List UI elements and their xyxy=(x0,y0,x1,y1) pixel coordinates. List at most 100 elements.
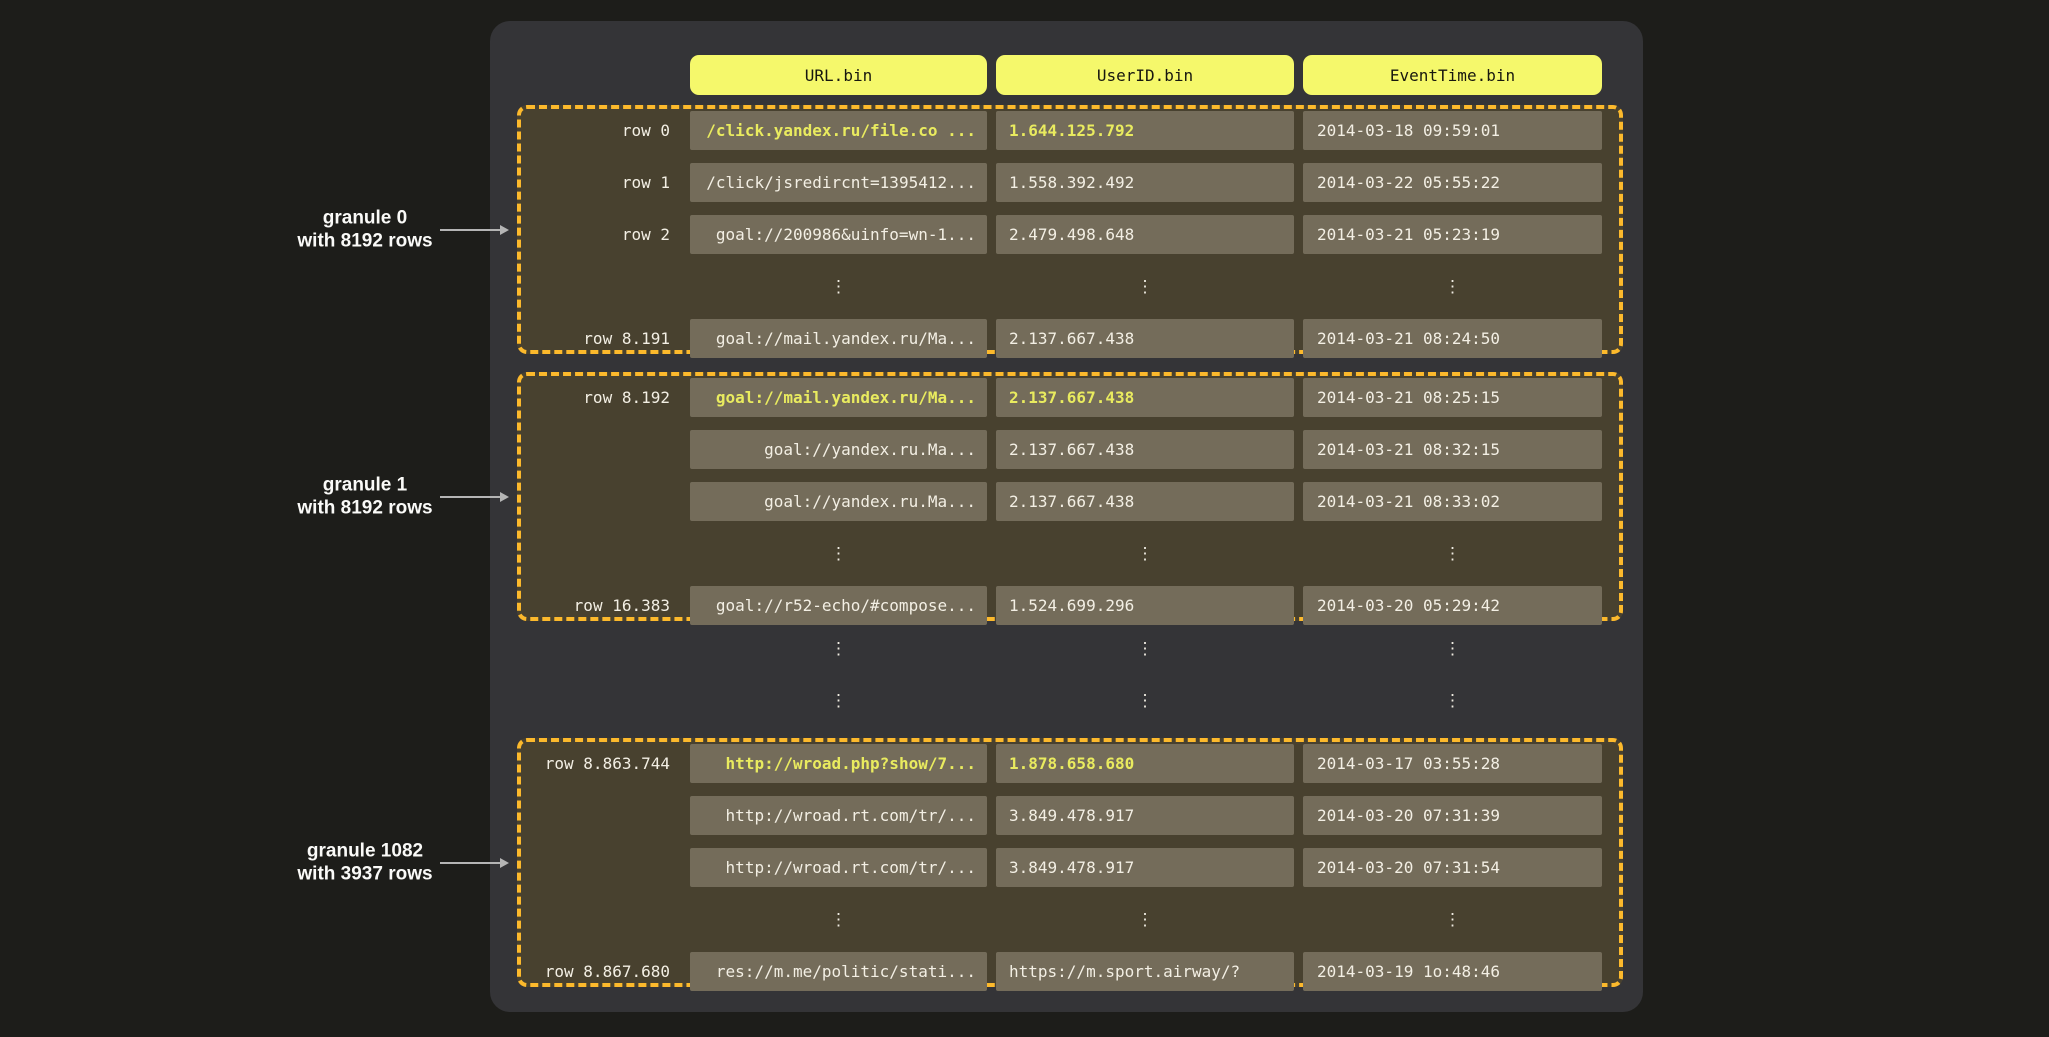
table-row: row 8.863.744 http://wroad.php?show/7...1… xyxy=(521,744,1619,783)
userid-cell: 3.849.478.917 xyxy=(996,848,1294,887)
granule-box-2: row 8.863.744 http://wroad.php?show/7...1… xyxy=(517,738,1623,987)
storage-panel: URL.binUserID.binEventTime.bin row 0/clic… xyxy=(490,21,1643,1012)
table-row: row 8.192 goal://mail.yandex.ru/Ma...2.13… xyxy=(521,378,1619,417)
eventtime-cell: 2014-03-21 05:23:19 xyxy=(1303,215,1602,254)
url-cell: /click/jsredircnt=1395412... xyxy=(690,163,987,202)
userid-cell: 1.558.392.492 xyxy=(996,163,1294,202)
vertical-ellipsis: ⋮ xyxy=(690,267,987,306)
url-cell: goal://mail.yandex.ru/Ma... xyxy=(690,378,987,417)
table-row: row 2 goal://200986&uinfo=wn-1...2.479.49… xyxy=(521,215,1619,254)
vertical-ellipsis: ⋮ xyxy=(996,629,1294,668)
granule-box-1: row 8.192goal://mail.yandex.ru/Ma...2.13… xyxy=(517,372,1623,621)
row-label: row 8.867.680 xyxy=(521,952,670,991)
vertical-ellipsis: ⋮ xyxy=(690,900,987,939)
row-label: row 8.863.744 xyxy=(521,744,670,783)
ellipsis-row: ⋮⋮⋮ xyxy=(521,681,1619,720)
vertical-ellipsis: ⋮ xyxy=(1303,534,1602,573)
userid-cell: 2.137.667.438 xyxy=(996,319,1294,358)
granule-label-line1: granule 0 xyxy=(255,206,475,230)
table-row: row 1/click/jsredircnt=1395412...1.558.3… xyxy=(521,163,1619,202)
eventtime-cell: 2014-03-21 08:32:15 xyxy=(1303,430,1602,469)
row-label: row 2 xyxy=(521,215,670,254)
url-cell: http://wroad.rt.com/tr/... xyxy=(690,848,987,887)
table-row: http://wroad.rt.com/tr/...3.849.478.9172… xyxy=(521,796,1619,835)
eventtime-cell: 2014-03-18 09:59:01 xyxy=(1303,111,1602,150)
ellipsis-row: ⋮⋮⋮ xyxy=(521,267,1619,306)
url-cell: goal://yandex.ru.Ma... xyxy=(690,430,987,469)
row-label: row 8.192 xyxy=(521,378,670,417)
granule-arrow-line xyxy=(440,229,502,231)
ellipsis-row: ⋮⋮⋮ xyxy=(521,900,1619,939)
table-row: row 8.867.680 res://m.me/politic/stati...… xyxy=(521,952,1619,991)
granule-arrow-line xyxy=(440,862,502,864)
userid-cell: 2.479.498.648 xyxy=(996,215,1294,254)
table-row: row 16.383 goal://r52-echo/#compose...1.5… xyxy=(521,586,1619,625)
granule-arrow-head xyxy=(500,858,509,868)
userid-cell: 3.849.478.917 xyxy=(996,796,1294,835)
granule-arrow-head xyxy=(500,225,509,235)
eventtime-cell: 2014-03-22 05:55:22 xyxy=(1303,163,1602,202)
userid-cell: 1.878.658.680 xyxy=(996,744,1294,783)
userid-cell: 1.524.699.296 xyxy=(996,586,1294,625)
vertical-ellipsis: ⋮ xyxy=(996,681,1294,720)
vertical-ellipsis: ⋮ xyxy=(996,900,1294,939)
granule-label-line2: with 8192 rows xyxy=(255,230,475,254)
url-cell: goal://mail.yandex.ru/Ma... xyxy=(690,319,987,358)
vertical-ellipsis: ⋮ xyxy=(1303,267,1602,306)
column-header-url: URL.bin xyxy=(690,55,987,95)
granule-arrow-head xyxy=(500,492,509,502)
eventtime-cell: 2014-03-21 08:24:50 xyxy=(1303,319,1602,358)
granule-label-line1: granule 1082 xyxy=(255,839,475,863)
ellipsis-row: ⋮⋮⋮ xyxy=(521,629,1619,668)
eventtime-cell: 2014-03-19 1o:48:46 xyxy=(1303,952,1602,991)
row-label: row 1 xyxy=(521,163,670,202)
eventtime-cell: 2014-03-20 07:31:39 xyxy=(1303,796,1602,835)
vertical-ellipsis: ⋮ xyxy=(690,681,987,720)
row-label xyxy=(521,482,670,521)
table-row: goal://yandex.ru.Ma...2.137.667.4382014-… xyxy=(521,430,1619,469)
userid-cell: 1.644.125.792 xyxy=(996,111,1294,150)
vertical-ellipsis: ⋮ xyxy=(996,534,1294,573)
row-label: row 16.383 xyxy=(521,586,670,625)
between-granules-ellipsis: ⋮⋮⋮⋮⋮⋮ xyxy=(521,629,1619,733)
url-cell: http://wroad.rt.com/tr/... xyxy=(690,796,987,835)
eventtime-cell: 2014-03-21 08:33:02 xyxy=(1303,482,1602,521)
vertical-ellipsis: ⋮ xyxy=(690,534,987,573)
ellipsis-row: ⋮⋮⋮ xyxy=(521,534,1619,573)
eventtime-cell: 2014-03-20 07:31:54 xyxy=(1303,848,1602,887)
table-row: row 0/click.yandex.ru/file.co ...1.644.1… xyxy=(521,111,1619,150)
column-header-etime: EventTime.bin xyxy=(1303,55,1602,95)
eventtime-cell: 2014-03-17 03:55:28 xyxy=(1303,744,1602,783)
granule-box-0: row 0/click.yandex.ru/file.co ...1.644.1… xyxy=(517,105,1623,354)
row-label: row 0 xyxy=(521,111,670,150)
row-label xyxy=(521,796,670,835)
row-label xyxy=(521,848,670,887)
vertical-ellipsis: ⋮ xyxy=(1303,629,1602,668)
eventtime-cell: 2014-03-21 08:25:15 xyxy=(1303,378,1602,417)
vertical-ellipsis: ⋮ xyxy=(690,629,987,668)
vertical-ellipsis: ⋮ xyxy=(996,267,1294,306)
granule-label-line2: with 8192 rows xyxy=(255,497,475,521)
table-row: row 8.191 goal://mail.yandex.ru/Ma...2.13… xyxy=(521,319,1619,358)
row-label xyxy=(521,430,670,469)
vertical-ellipsis: ⋮ xyxy=(1303,681,1602,720)
row-label: row 8.191 xyxy=(521,319,670,358)
table-row: http://wroad.rt.com/tr/...3.849.478.9172… xyxy=(521,848,1619,887)
url-cell: goal://yandex.ru.Ma... xyxy=(690,482,987,521)
userid-cell: https://m.sport.airway/? xyxy=(996,952,1294,991)
userid-cell: 2.137.667.438 xyxy=(996,378,1294,417)
url-cell: goal://200986&uinfo=wn-1... xyxy=(690,215,987,254)
userid-cell: 2.137.667.438 xyxy=(996,482,1294,521)
url-cell: goal://r52-echo/#compose... xyxy=(690,586,987,625)
url-cell: http://wroad.php?show/7... xyxy=(690,744,987,783)
url-cell: res://m.me/politic/stati... xyxy=(690,952,987,991)
granule-label-line1: granule 1 xyxy=(255,473,475,497)
userid-cell: 2.137.667.438 xyxy=(996,430,1294,469)
url-cell: /click.yandex.ru/file.co ... xyxy=(690,111,987,150)
table-row: goal://yandex.ru.Ma...2.137.667.4382014-… xyxy=(521,482,1619,521)
eventtime-cell: 2014-03-20 05:29:42 xyxy=(1303,586,1602,625)
column-header-uid: UserID.bin xyxy=(996,55,1294,95)
granule-arrow-line xyxy=(440,496,502,498)
granule-label-line2: with 3937 rows xyxy=(255,863,475,887)
vertical-ellipsis: ⋮ xyxy=(1303,900,1602,939)
